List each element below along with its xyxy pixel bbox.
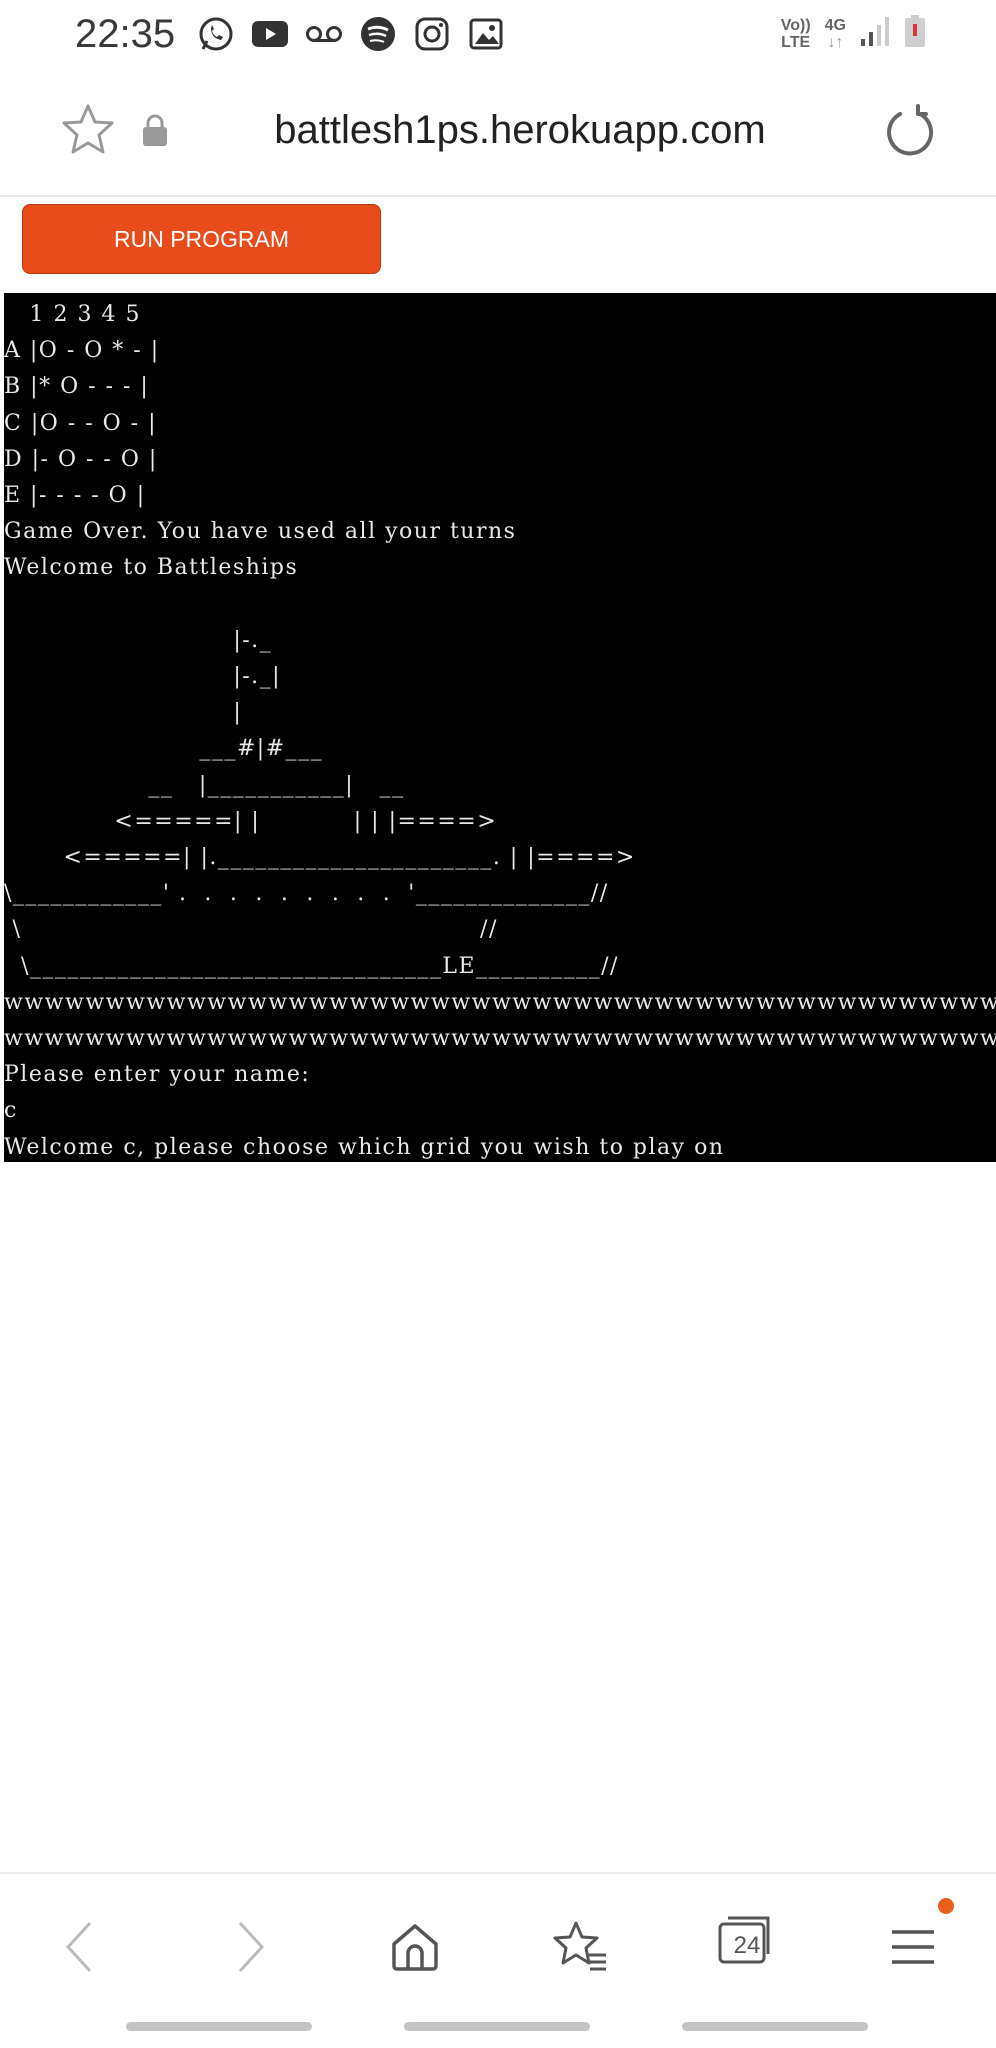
terminal-line: Game Over. You have used all your turns [4, 519, 517, 545]
terminal-line: c [4, 1098, 18, 1124]
gallery-icon [466, 14, 506, 54]
youtube-icon [250, 14, 290, 54]
reload-icon[interactable] [880, 104, 936, 160]
forward-button[interactable] [215, 1912, 285, 1982]
terminal-line: wwwwwwwwwwwwwwwwwwwwwwwwwwwwwwwwwwwwwwww… [4, 989, 996, 1015]
system-indicators: Vo)) LTE 4G ↓↑ [781, 14, 926, 53]
back-button[interactable] [45, 1912, 115, 1982]
instagram-icon [412, 14, 452, 54]
gesture-bar-left[interactable] [126, 2022, 312, 2031]
terminal-line: D |- O - - O | [4, 446, 158, 472]
status-time: 22:35 [75, 12, 176, 56]
whatsapp-icon [196, 14, 236, 54]
menu-notification-dot [938, 1898, 954, 1914]
terminal-line: Welcome c, please choose which grid you … [4, 1134, 725, 1160]
terminal-line: ___#|#___ [4, 736, 324, 762]
terminal-line: C |O - - O - | [4, 410, 157, 436]
terminal-line: |-._| [4, 664, 282, 689]
gesture-bar-center[interactable] [404, 2022, 590, 2031]
terminal-line: wwwwwwwwwwwwwwwwwwwwwwwwwwwwwwwwwwwwwwww… [4, 1026, 996, 1051]
terminal-output[interactable]: 1 2 3 4 5 A |O - O * - | B |* O - - - | C |… [4, 293, 996, 1162]
volte-indicator: Vo)) LTE [780, 16, 811, 51]
terminal-line: A |O - O * - | [4, 338, 160, 364]
terminal-line: E |- - - - O | [4, 483, 146, 508]
terminal-line: <=====| | | | |====> [4, 808, 498, 834]
tabs-button[interactable]: 24 [714, 1912, 784, 1982]
terminal-line: <=====| |.______________________. | |===… [4, 845, 636, 870]
terminal-line: Welcome to Battleships [4, 555, 299, 581]
address-bar: battlesh1ps.herokuapp.com [0, 80, 996, 197]
terminal-line: 1 2 3 4 5 [4, 302, 141, 327]
spotify-icon [358, 14, 398, 54]
bookmarks-button[interactable] [545, 1912, 615, 1982]
gesture-bar-right[interactable] [682, 2022, 868, 2031]
tab-count: 24 [733, 1932, 761, 1959]
run-program-button[interactable]: RUN PROGRAM [22, 204, 381, 274]
terminal-line: B |* O - - - | [4, 374, 150, 400]
network-indicator: 4G ↓↑ [824, 16, 846, 51]
terminal-line: | [4, 700, 243, 726]
terminal-line: |-._ [4, 627, 273, 653]
battery-icon [904, 14, 926, 53]
menu-button[interactable] [878, 1912, 948, 1982]
terminal-line: Please enter your name: [4, 1062, 311, 1088]
terminal-line: \ // [4, 917, 498, 943]
url-text[interactable]: battlesh1ps.herokuapp.com [230, 108, 810, 153]
notification-icons [196, 14, 506, 54]
voicemail-icon [304, 14, 344, 54]
home-button[interactable] [380, 1912, 450, 1982]
terminal-line: __ |___________| __ [4, 772, 405, 798]
terminal-line: \_________________________________LE____… [4, 953, 619, 979]
terminal-line: \____________' . . . . . . . . . '______… [4, 881, 609, 907]
bookmark-star-icon[interactable] [60, 102, 116, 158]
signal-icon [860, 15, 890, 52]
browser-bottom-nav: 24 [0, 1872, 996, 2004]
lock-icon[interactable] [140, 113, 170, 147]
status-bar: 22:35 Vo)) LTE 4G ↓↑ [0, 0, 996, 70]
